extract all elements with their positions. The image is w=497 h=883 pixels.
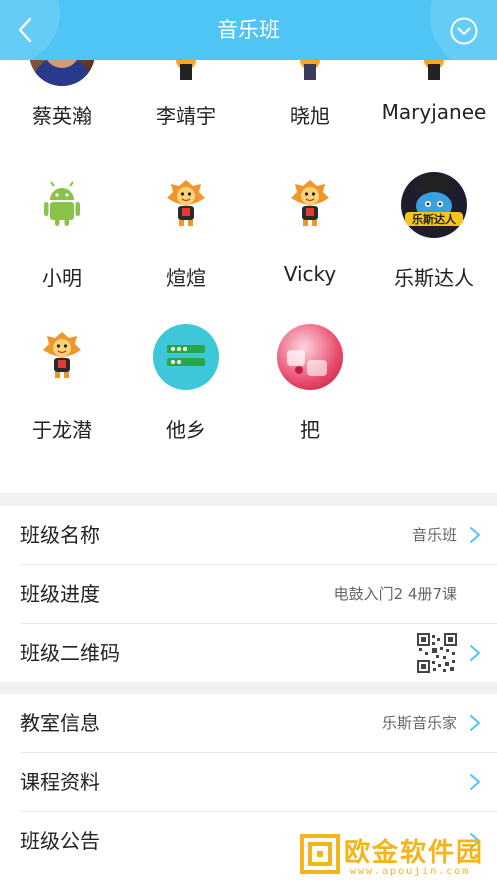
member-8[interactable]: 于龙潜 [0,324,124,443]
chevron-down-circle-icon[interactable] [449,16,479,46]
watermark-logo-icon [300,834,340,874]
elephant-icon: 乐斯达人 [401,172,467,238]
class-name-row[interactable]: 班级名称 音乐班 [20,506,497,565]
member-9[interactable]: 他乡 [124,324,248,443]
members-grid: 蔡英瀚 李靖宇 晓旭 Maryjanee 小明 煊煊 Vicky 乐斯达人 乐斯… [0,0,497,493]
chevron-right-icon [470,715,480,731]
class-progress-label: 班级进度 [20,582,100,606]
chevron-right-icon [470,774,480,790]
class-name-label: 班级名称 [20,523,100,547]
chevron-right-icon [470,527,480,543]
course-materials-row[interactable]: 课程资料 [20,753,497,812]
member-name: 于龙潜 [32,418,92,442]
member-10[interactable]: 把 [248,324,372,443]
member-name: 李靖宇 [156,104,216,128]
member-name: 煊煊 [166,266,206,290]
member-name: Vicky [283,262,337,286]
teal-avatar-icon [153,324,219,390]
watermark-text: 欧金软件园 [344,838,485,868]
classroom-info-row[interactable]: 教室信息 乐斯音乐家 [20,694,497,753]
member-name: Maryjanee [381,100,487,124]
class-qr-row[interactable]: 班级二维码 [20,624,497,682]
class-notice-label: 班级公告 [20,829,100,853]
watermark-url: www.apoujin.com [350,866,471,877]
classroom-info-label: 教室信息 [20,711,100,735]
course-materials-label: 课程资料 [20,770,100,794]
member-name: 晓旭 [290,104,330,128]
class-qr-label: 班级二维码 [20,641,120,665]
member-name: 蔡英瀚 [32,104,92,128]
page-title: 音乐班 [217,18,280,42]
elephant-avatar-label: 乐斯达人 [412,212,457,226]
class-name-value: 音乐班 [411,526,457,544]
member-name: 把 [300,418,320,442]
member-7[interactable]: 乐斯达人 乐斯达人 [372,172,496,291]
header-bar: 音乐班 [0,0,497,60]
member-name: 乐斯达人 [394,266,474,290]
classroom-info-value: 乐斯音乐家 [381,714,457,732]
member-5[interactable]: 煊煊 [124,172,248,291]
lion-mascot-icon [29,324,95,390]
lion-mascot-icon [153,172,219,238]
member-name: 小明 [42,266,82,290]
qr-code-icon [417,633,457,673]
android-icon [29,172,95,238]
class-progress-value: 电鼓入门2 4册7课 [333,585,457,603]
chevron-right-icon [470,645,480,661]
member-name: 他乡 [166,418,206,442]
watermark: 欧金软件园 www.apoujin.com [300,830,495,880]
class-progress-row[interactable]: 班级进度 电鼓入门2 4册7课 [20,565,497,624]
member-6[interactable]: Vicky [248,172,372,286]
class-info-section: 班级名称 音乐班 班级进度 电鼓入门2 4册7课 班级二维码 [0,506,497,682]
pink-ice-avatar-icon [277,324,343,390]
lion-mascot-icon [277,172,343,238]
member-4[interactable]: 小明 [0,172,124,291]
